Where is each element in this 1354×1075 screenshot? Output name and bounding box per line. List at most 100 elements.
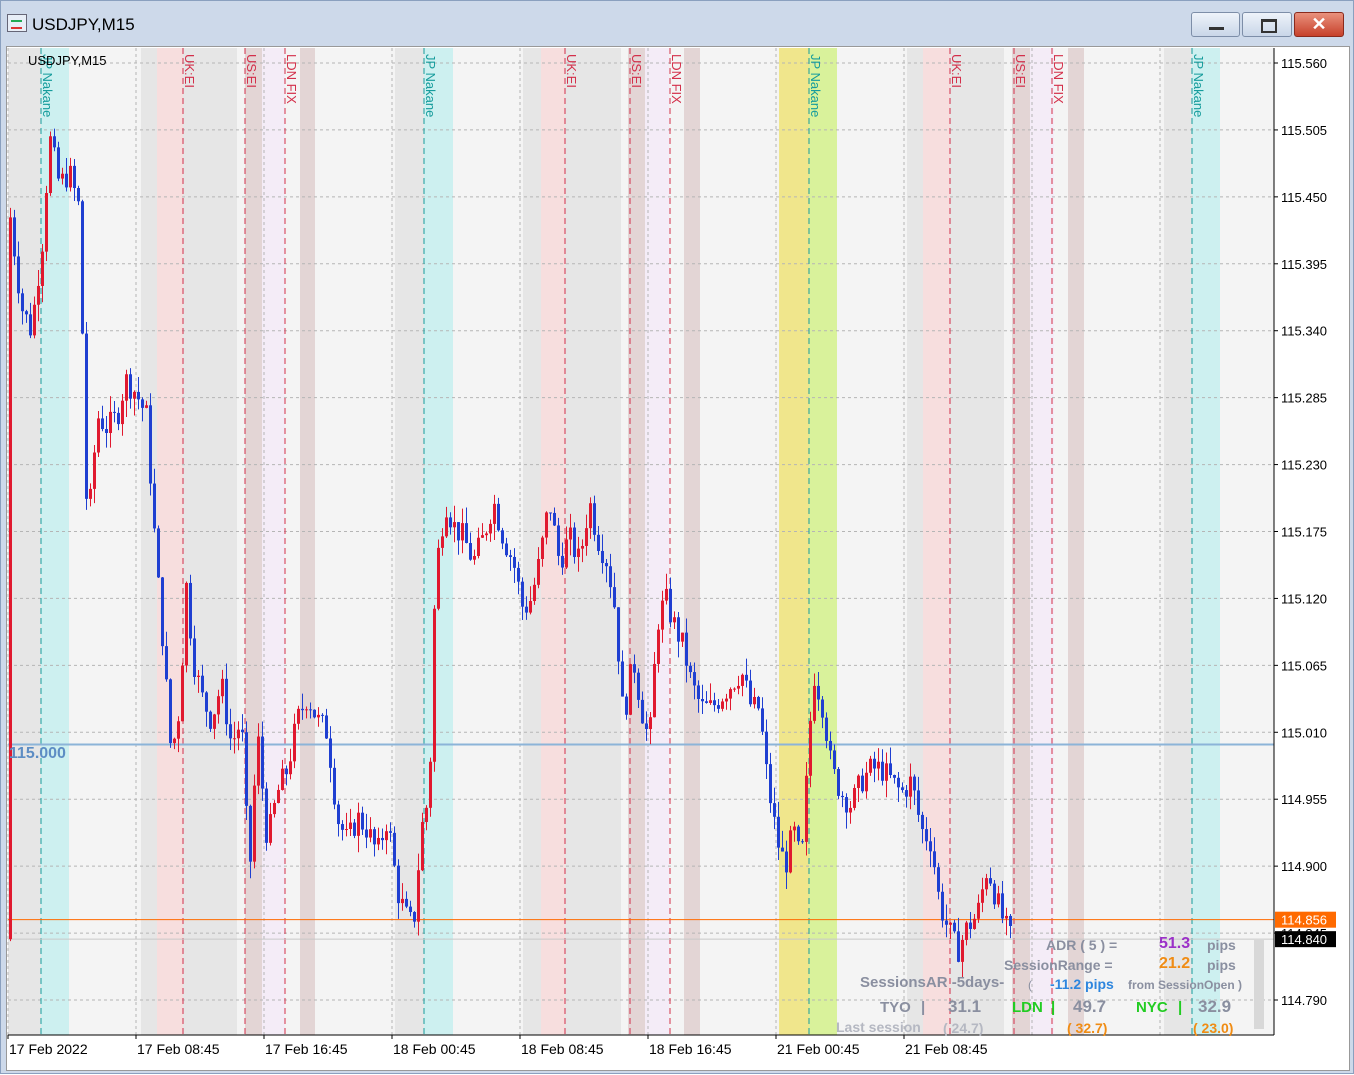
bearish-candle (513, 556, 516, 568)
time-tick-label: 17 Feb 16:45 (265, 1041, 348, 1057)
bearish-candle (705, 701, 708, 703)
bearish-candle (821, 699, 824, 718)
bearish-candle (205, 692, 208, 712)
bearish-candle (913, 776, 916, 791)
bearish-candle (1001, 893, 1004, 919)
bearish-candle (285, 768, 288, 775)
bullish-candle (377, 837, 380, 845)
bearish-candle (893, 775, 896, 778)
bearish-candle (245, 732, 248, 806)
bullish-candle (569, 527, 572, 540)
session-marker-label: LDN FIX (669, 54, 684, 104)
bullish-candle (877, 761, 880, 769)
bearish-candle (749, 680, 752, 705)
bullish-candle (121, 400, 124, 425)
bullish-candle (281, 768, 284, 790)
bearish-candle (617, 607, 620, 662)
nyc-last-session: ( 23.0) (1193, 1020, 1234, 1036)
title-bar[interactable]: USDJPY,M15 ✕ (1, 1, 1353, 45)
bearish-candle (769, 764, 772, 804)
bearish-candle (889, 763, 892, 776)
bullish-candle (865, 772, 868, 792)
bullish-candle (985, 878, 988, 890)
bullish-candle (545, 512, 548, 538)
session-range-label: SessionRange = (1004, 957, 1113, 973)
bullish-candle (217, 696, 220, 715)
close-button[interactable]: ✕ (1294, 12, 1344, 37)
bearish-candle (773, 803, 776, 817)
price-tick-label: 115.505 (1281, 123, 1327, 138)
bearish-candle (249, 805, 252, 862)
bullish-candle (489, 523, 492, 534)
bearish-candle (465, 523, 468, 544)
adr-unit: pips (1207, 937, 1236, 953)
bearish-candle (161, 577, 164, 647)
bearish-candle (969, 922, 972, 929)
bullish-candle (425, 807, 428, 823)
bearish-candle (505, 543, 508, 556)
bullish-candle (277, 789, 280, 803)
session-zone (1068, 48, 1084, 1035)
bearish-candle (397, 865, 400, 904)
session-marker-label: US:EI (244, 54, 259, 88)
session-zone (779, 48, 809, 1035)
price-chart-area[interactable]: JP Nakane UK:EI US:EI LDN FIX JP Nakane UK:EI… (6, 46, 1350, 1071)
bullish-candle (1005, 915, 1008, 919)
bearish-candle (689, 665, 692, 673)
session-marker-label: JP Nakane (808, 54, 823, 117)
bearish-candle (361, 812, 364, 830)
price-tick-label: 115.340 (1281, 324, 1327, 339)
bearish-candle (777, 816, 780, 848)
bearish-candle (449, 517, 452, 528)
price-chart[interactable]: JP Nakane UK:EI US:EI LDN FIX JP Nakane UK:EI… (7, 47, 1349, 1070)
price-tick-label: 115.120 (1281, 591, 1327, 606)
bullish-candle (981, 889, 984, 903)
bullish-candle (173, 738, 176, 744)
bearish-candle (757, 696, 760, 709)
bullish-candle (485, 533, 488, 536)
session-zone (645, 48, 669, 1035)
bearish-candle (225, 678, 228, 725)
bearish-candle (209, 711, 212, 729)
minimize-button[interactable] (1191, 12, 1240, 37)
session-zone (141, 48, 157, 1035)
ldn-last-session: ( 32.7) (1067, 1020, 1108, 1036)
bearish-candle (841, 795, 844, 798)
bearish-candle (801, 841, 804, 843)
bullish-candle (853, 787, 856, 808)
bearish-candle (521, 581, 524, 607)
bullish-candle (809, 720, 812, 776)
nyc-label: NYC (1136, 999, 1168, 1016)
bullish-candle (437, 547, 440, 609)
session-zone (923, 48, 950, 1035)
bullish-candle (69, 165, 72, 188)
bearish-candle (309, 709, 312, 711)
bullish-candle (305, 709, 308, 711)
bullish-candle (401, 898, 404, 904)
ldn-value: 49.7 (1073, 997, 1107, 1016)
session-zone (809, 48, 837, 1035)
session-marker-label: US:EI (1013, 54, 1028, 88)
bearish-candle (605, 563, 608, 567)
bearish-candle (81, 201, 84, 334)
bullish-candle (33, 304, 36, 336)
session-marker-label: JP Nakane (1191, 54, 1206, 117)
session-zone (1192, 48, 1220, 1035)
bullish-candle (673, 617, 676, 623)
ldn-separator: | (1051, 999, 1056, 1016)
maximize-button[interactable] (1242, 12, 1292, 37)
bullish-candle (949, 922, 952, 925)
bullish-candle (445, 517, 448, 537)
bearish-candle (241, 729, 244, 733)
bearish-candle (405, 898, 408, 907)
bearish-candle (609, 566, 612, 588)
bearish-candle (337, 804, 340, 825)
bearish-candle (945, 920, 948, 925)
bullish-candle (537, 558, 540, 585)
session-zone (183, 48, 237, 1035)
session-zone (300, 48, 315, 1035)
bearish-candle (593, 503, 596, 535)
bullish-candle (973, 918, 976, 929)
bearish-candle (833, 750, 836, 770)
adr-value: 51.3 (1159, 935, 1191, 952)
